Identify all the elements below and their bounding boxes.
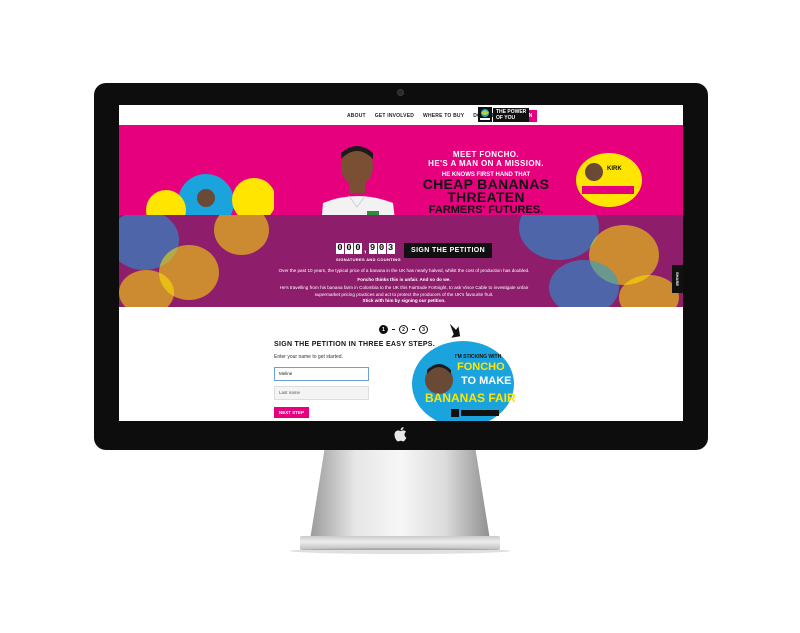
step-3[interactable]: 3: [419, 325, 428, 334]
bg-sticker: [119, 270, 174, 307]
bg-sticker: [214, 215, 269, 255]
monitor-bezel: ABOUT GET INVOLVED WHERE TO BUY DONATE P…: [94, 83, 708, 450]
step-1[interactable]: 1: [379, 325, 388, 334]
form-hint: Enter your name to get started.: [274, 354, 343, 360]
power-of-you-logo[interactable]: THE POWER OF YOU: [493, 108, 530, 122]
hero-meet-foncho: MEET FONCHO.: [452, 150, 520, 159]
bg-sticker: [619, 275, 679, 307]
nav-about[interactable]: ABOUT: [347, 113, 366, 119]
svg-text:KIRK: KIRK: [607, 166, 622, 172]
last-name-field[interactable]: Last name: [274, 386, 369, 400]
step-indicator: 1 2 3: [379, 325, 428, 334]
copy-paragraph: He's travelling from his banana farm in …: [279, 285, 529, 297]
next-step-button[interactable]: NEXT STEP: [274, 407, 310, 418]
first-name-field[interactable]: Melinė: [274, 367, 369, 381]
sign-petition-button[interactable]: SIGN THE PETITION: [404, 243, 493, 258]
apple-logo-icon: [394, 427, 407, 442]
intro-copy: Over the past 10 years, the typical pric…: [269, 268, 539, 305]
counter-digit: 0: [377, 243, 386, 254]
top-nav: ABOUT GET INVOLVED WHERE TO BUY DONATE P…: [119, 105, 683, 125]
bg-sticker: [519, 215, 599, 260]
kirk-sticker: KIRK: [576, 153, 642, 207]
bg-sticker: [549, 260, 619, 307]
counter-digit: 0: [336, 243, 344, 254]
step-connector: [412, 329, 415, 330]
camera: [397, 89, 404, 96]
copy-paragraph: Over the past 10 years, the typical pric…: [278, 268, 530, 273]
fairtrade-logo-icon[interactable]: [478, 107, 492, 122]
hero-threaten: THREATEN: [447, 189, 525, 205]
svg-text:I'M STICKING WITH: I'M STICKING WITH: [455, 354, 502, 360]
hero-banner: KIRK MEET FONCHO. HE'S A MAN ON A MISSIO…: [119, 125, 683, 215]
copy-paragraph: Stick with him by signing our petition.: [362, 298, 446, 303]
foncho-sticker: I'M STICKING WITH FONCHO TO MAKE BANANAS…: [412, 341, 515, 421]
stand-shadow: [290, 548, 510, 554]
svg-text:FONCHO: FONCHO: [457, 361, 505, 373]
counter-digit: 9: [368, 243, 377, 254]
copy-paragraph: Foncho thinks this is unfair. And so do …: [357, 276, 451, 282]
monitor-stand: [310, 450, 490, 540]
power-of-you-line2: OF YOU: [496, 115, 516, 121]
nav-get-involved[interactable]: GET INVOLVED: [375, 113, 414, 119]
svg-text:TO MAKE: TO MAKE: [461, 375, 512, 387]
hero-mission: HE'S A MAN ON A MISSION.: [428, 159, 544, 168]
foncho-photo: [321, 146, 395, 215]
nav-where-to-buy[interactable]: WHERE TO BUY: [423, 113, 464, 119]
counter-comma: ,: [364, 243, 367, 254]
share-tab[interactable]: SHARE: [672, 265, 683, 293]
counter-digit: 0: [345, 243, 353, 254]
step-connector: [392, 329, 395, 330]
hero-headline: MEET FONCHO. HE'S A MAN ON A MISSION. HE…: [411, 150, 561, 215]
counter-digit: 3: [386, 243, 395, 254]
hero-futures: FARMERS' FUTURES.: [428, 204, 544, 215]
browser-screen: ABOUT GET INVOLVED WHERE TO BUY DONATE P…: [119, 105, 683, 421]
counter-digit: 0: [354, 243, 362, 254]
hero-stickers-left: [146, 174, 274, 215]
signature-counter: 0 0 0 , 9 0 3: [336, 243, 395, 254]
arrow-down-icon: [449, 323, 461, 338]
counter-label: SIGNATURES AND COUNTING: [336, 257, 401, 262]
step-2[interactable]: 2: [399, 325, 408, 334]
svg-text:BANANAS FAIR: BANANAS FAIR: [425, 391, 515, 405]
